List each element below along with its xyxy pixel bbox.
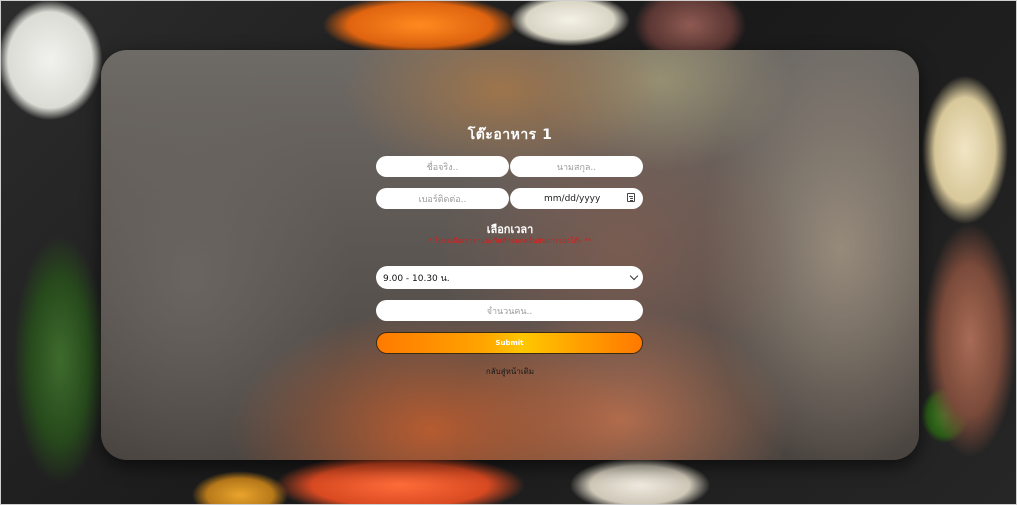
phone-input[interactable]: เบอร์ติดต่อ.. [376,188,509,209]
time-select[interactable]: 9.00 - 10.30 น. [376,266,643,289]
date-input[interactable]: mm/dd/yyyy [510,188,643,209]
first-name-input[interactable]: ชื่อจริง.. [376,156,509,177]
last-name-input[interactable]: นามสกุล.. [510,156,643,177]
time-warning: * โปรดเลือกเวลาและวันที่ก่อนกดยืนยันการจ… [428,237,592,245]
phone-placeholder: เบอร์ติดต่อ.. [418,194,467,205]
last-name-placeholder: นามสกุล.. [556,162,597,173]
first-name-placeholder: ชื่อจริง.. [426,162,459,173]
date-value: mm/dd/yyyy [544,193,601,204]
guests-input[interactable]: จำนวนคน.. [376,300,643,321]
back-link[interactable]: กลับสู่หน้าเดิม [101,365,919,378]
submit-button[interactable]: Submit [376,332,643,354]
table-title: โต๊ะอาหาร 1 [467,127,553,143]
back-label: กลับสู่หน้าเดิม [485,367,535,376]
chevron-down-icon [629,271,639,281]
guests-placeholder: จำนวนคน.. [486,306,533,317]
reservation-card: โต๊ะอาหาร 1 ชื่อจริง.. นามสกุล.. เบอร์ติ… [101,50,919,460]
submit-label: Submit [495,339,524,347]
calendar-icon[interactable] [627,193,635,202]
time-selected-value: 9.00 - 10.30 น. [383,273,450,284]
